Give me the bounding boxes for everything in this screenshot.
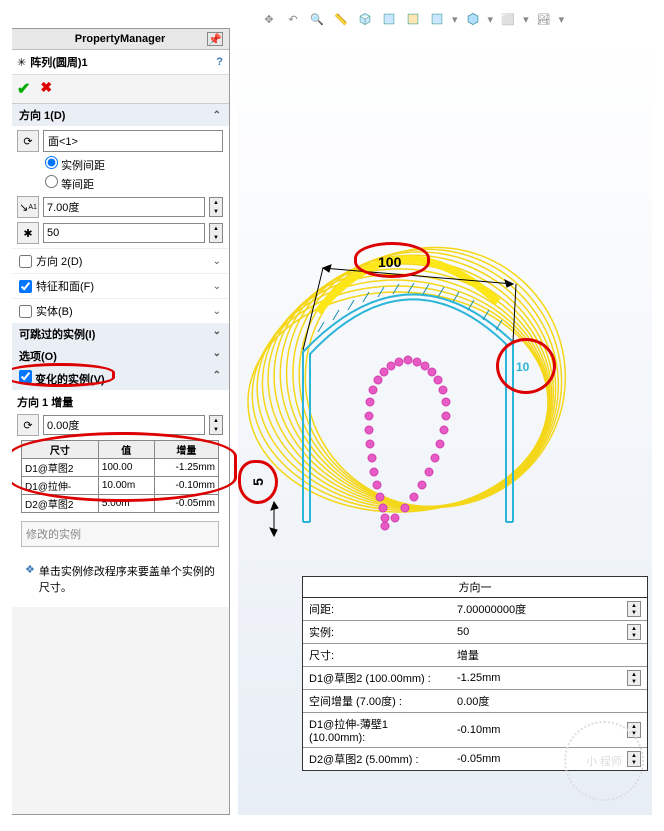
info-spinner[interactable]: ▲▼	[627, 670, 641, 686]
info-value: 增量	[457, 647, 479, 663]
info-value-cell[interactable]: -1.25mm ▲▼	[451, 667, 647, 689]
info-row: 尺寸: 增量	[303, 644, 647, 667]
info-label: D1@拉伸-薄壁1 (10.00mm):	[303, 713, 451, 747]
info-value: -0.05mm	[457, 753, 500, 765]
info-value-cell[interactable]: 7.00000000度 ▲▼	[451, 598, 647, 620]
check-features-faces[interactable]: 特征和面(F)⌄	[11, 273, 229, 298]
angle-icon[interactable]: ↘A1	[17, 196, 39, 218]
section-varied-header[interactable]: 变化的实例(V) ⌃	[11, 367, 229, 390]
info-row: 实例: 50 ▲▼	[303, 621, 647, 644]
cube-top-icon[interactable]	[428, 10, 446, 28]
display-icon[interactable]: 🏞	[535, 10, 553, 28]
col-inc: 增量	[154, 441, 218, 459]
circular-pattern-icon: ✳	[17, 56, 26, 69]
feature-name: 阵列(圆周)1	[30, 54, 212, 70]
cube-side-icon[interactable]	[404, 10, 422, 28]
info-value-cell[interactable]: 50 ▲▼	[451, 621, 647, 643]
axis-select-icon[interactable]: ⟳	[17, 130, 39, 152]
angle-spinner[interactable]: ▲▼	[209, 197, 223, 217]
dimension-100[interactable]: 100	[378, 254, 401, 270]
increment-spinner[interactable]: ▲▼	[209, 415, 223, 435]
dimension-5[interactable]: 5	[250, 478, 266, 486]
info-value: -0.10mm	[457, 724, 500, 736]
varied-table-wrap: 尺寸值增量 D1@草图2100.00-1.25mm D1@拉伸-10.00m-0…	[17, 440, 223, 513]
direction1-title: 方向 1(D)	[19, 107, 65, 123]
axis-selection-box[interactable]: 面<1>	[43, 130, 223, 152]
info-label: 间距:	[303, 598, 451, 620]
increment-angle-input[interactable]	[43, 415, 205, 435]
info-value-cell: 0.00度	[451, 690, 647, 712]
info-value: 0.00度	[457, 693, 489, 709]
info-spinner[interactable]: ▲▼	[627, 601, 641, 617]
chevron-down-icon: ⌄	[213, 326, 221, 342]
info-value: -1.25mm	[457, 672, 500, 684]
section-direction1: 方向 1(D) ⌃ ⟳ 面<1> 实例间距 等间距 ↘A1 ▲▼ ✱ ▲▼	[11, 103, 229, 248]
radio-instance-spacing[interactable]: 实例间距	[45, 156, 223, 173]
cube-front-icon[interactable]	[380, 10, 398, 28]
info-value: 50	[457, 626, 469, 638]
info-title: 方向一	[303, 577, 647, 598]
section-direction1-header[interactable]: 方向 1(D) ⌃	[11, 104, 229, 126]
info-icon: ❖	[25, 563, 35, 595]
hint-box: ❖ 单击实例修改程序来要盖单个实例的尺寸。	[21, 559, 219, 599]
increment-angle-icon[interactable]: ⟳	[17, 414, 39, 436]
table-row[interactable]: D1@草图2100.00-1.25mm	[22, 459, 219, 477]
info-label: 实例:	[303, 621, 451, 643]
angle-input[interactable]	[43, 197, 205, 217]
chevron-down-icon: ⌄	[213, 348, 221, 364]
ok-button[interactable]: ✔	[17, 79, 30, 99]
info-value-cell: 增量	[451, 644, 647, 666]
info-row: 间距: 7.00000000度 ▲▼	[303, 598, 647, 621]
info-label: D1@草图2 (100.00mm) :	[303, 667, 451, 689]
top-toolbar: ✥ ↶ 🔍 📏 ▾ ▾ ⬜ ▾ 🏞 ▾	[8, 8, 656, 30]
feature-title-row: ✳ 阵列(圆周)1 ?	[11, 50, 229, 75]
count-input[interactable]	[43, 223, 205, 243]
info-value: 7.00000000度	[457, 601, 526, 617]
count-spinner[interactable]: ▲▼	[209, 223, 223, 243]
check-bodies[interactable]: 实体(B)⌄	[11, 298, 229, 323]
varied-dimensions-table[interactable]: 尺寸值增量 D1@草图2100.00-1.25mm D1@拉伸-10.00m-0…	[21, 440, 219, 513]
help-icon[interactable]: ?	[216, 56, 223, 68]
hint-text: 单击实例修改程序来要盖单个实例的尺寸。	[39, 563, 215, 595]
chevron-up-icon: ⌃	[213, 110, 221, 121]
check-direction2[interactable]: 方向 2(D)⌄	[11, 248, 229, 273]
col-val: 值	[98, 441, 154, 459]
chevron-up-icon: ⌃	[213, 370, 221, 387]
info-spinner[interactable]: ▲▼	[627, 624, 641, 640]
pin-icon[interactable]: 📌	[207, 32, 223, 46]
chevron-down-icon: ⌄	[213, 256, 221, 267]
section-skip-header[interactable]: 可跳过的实例(I)⌄	[11, 323, 229, 345]
undo-icon[interactable]: ↶	[284, 10, 302, 28]
property-manager-panel: PropertyManager 📌 ✳ 阵列(圆周)1 ? ✔ ✖ 方向 1(D…	[10, 28, 230, 815]
select-icon[interactable]: ✥	[260, 10, 278, 28]
info-row: 空间增量 (7.00度) : 0.00度	[303, 690, 647, 713]
cube-iso-icon[interactable]	[356, 10, 374, 28]
scene-icon[interactable]: ⬜	[499, 10, 517, 28]
modified-instances-box: 修改的实例	[21, 521, 219, 547]
watermark: 小 程师	[564, 721, 644, 801]
pm-header: PropertyManager 📌	[11, 29, 229, 50]
chevron-down-icon: ⌄	[213, 281, 221, 292]
table-row[interactable]: D2@草图25.00m-0.05mm	[22, 495, 219, 513]
cube-shaded-icon[interactable]	[464, 10, 482, 28]
search-icon[interactable]: 🔍	[308, 10, 326, 28]
ruler-icon[interactable]: 📏	[332, 10, 350, 28]
info-label: 空间增量 (7.00度) :	[303, 690, 451, 712]
info-label: D2@草图2 (5.00mm) :	[303, 748, 451, 770]
count-icon[interactable]: ✱	[17, 222, 39, 244]
pm-title: PropertyManager	[33, 33, 207, 45]
cancel-button[interactable]: ✖	[40, 79, 52, 99]
chevron-down-icon: ⌄	[213, 306, 221, 317]
dimension-10[interactable]: 10	[516, 360, 529, 374]
info-row: D1@草图2 (100.00mm) : -1.25mm ▲▼	[303, 667, 647, 690]
table-row[interactable]: D1@拉伸-10.00m-0.10mm	[22, 477, 219, 495]
radio-equal-spacing[interactable]: 等间距	[45, 175, 223, 192]
ok-cancel-row: ✔ ✖	[11, 75, 229, 103]
section-options-header[interactable]: 选项(O)⌄	[11, 345, 229, 367]
col-dim: 尺寸	[22, 441, 99, 459]
increment-label: 方向 1 增量	[17, 394, 223, 410]
info-label: 尺寸:	[303, 644, 451, 666]
